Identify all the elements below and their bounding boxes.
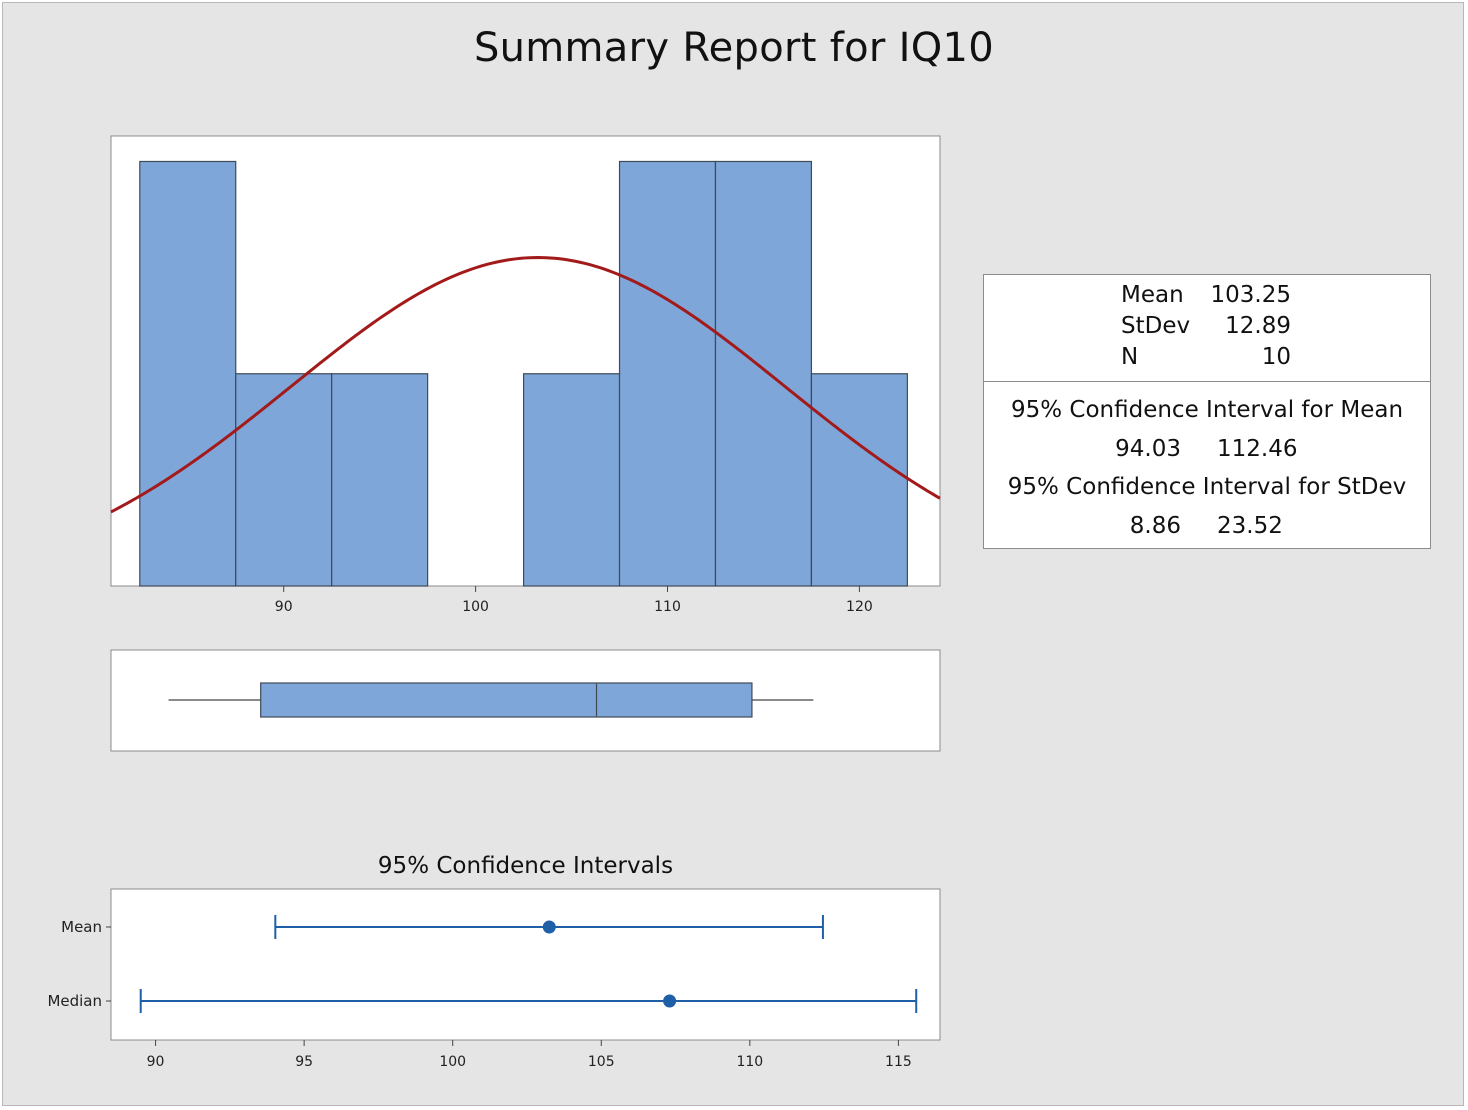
mean-row: Mean 103.25 — [1121, 282, 1291, 312]
ci-stdev-high: 23.52 — [1217, 513, 1283, 539]
ci-mean-high: 112.46 — [1217, 436, 1298, 462]
ci-stdev-heading: 95% Confidence Interval for StDev — [1007, 474, 1407, 500]
descriptive-stats: Mean 103.25 StDev 12.89 N 10 — [984, 275, 1430, 381]
stdev-row: StDev 12.89 — [1121, 313, 1291, 343]
mean-label: Mean — [1121, 282, 1184, 308]
n-label: N — [1121, 344, 1139, 370]
ci-stdev-low: 8.86 — [1129, 513, 1181, 539]
report-title: Summary Report for IQ10 — [473, 25, 995, 71]
stdev-value: 12.89 — [1225, 313, 1291, 339]
mean-value: 103.25 — [1210, 282, 1291, 308]
ci-mean-low: 94.03 — [1115, 436, 1181, 462]
ci-stdev-values: 8.86 23.52 — [984, 513, 1430, 543]
summary-stats-box: Mean 103.25 StDev 12.89 N 10 95% Confide… — [983, 274, 1431, 549]
ci-mean-values: 94.03 112.46 — [984, 436, 1430, 466]
ci-mean-heading: 95% Confidence Interval for Mean — [1010, 397, 1404, 423]
stdev-label: StDev — [1121, 313, 1191, 339]
report-frame: Summary Report for IQ10 — [2, 2, 1464, 1106]
n-row: N 10 — [1121, 344, 1291, 374]
n-value: 10 — [1261, 344, 1291, 370]
stats-divider — [984, 381, 1430, 382]
